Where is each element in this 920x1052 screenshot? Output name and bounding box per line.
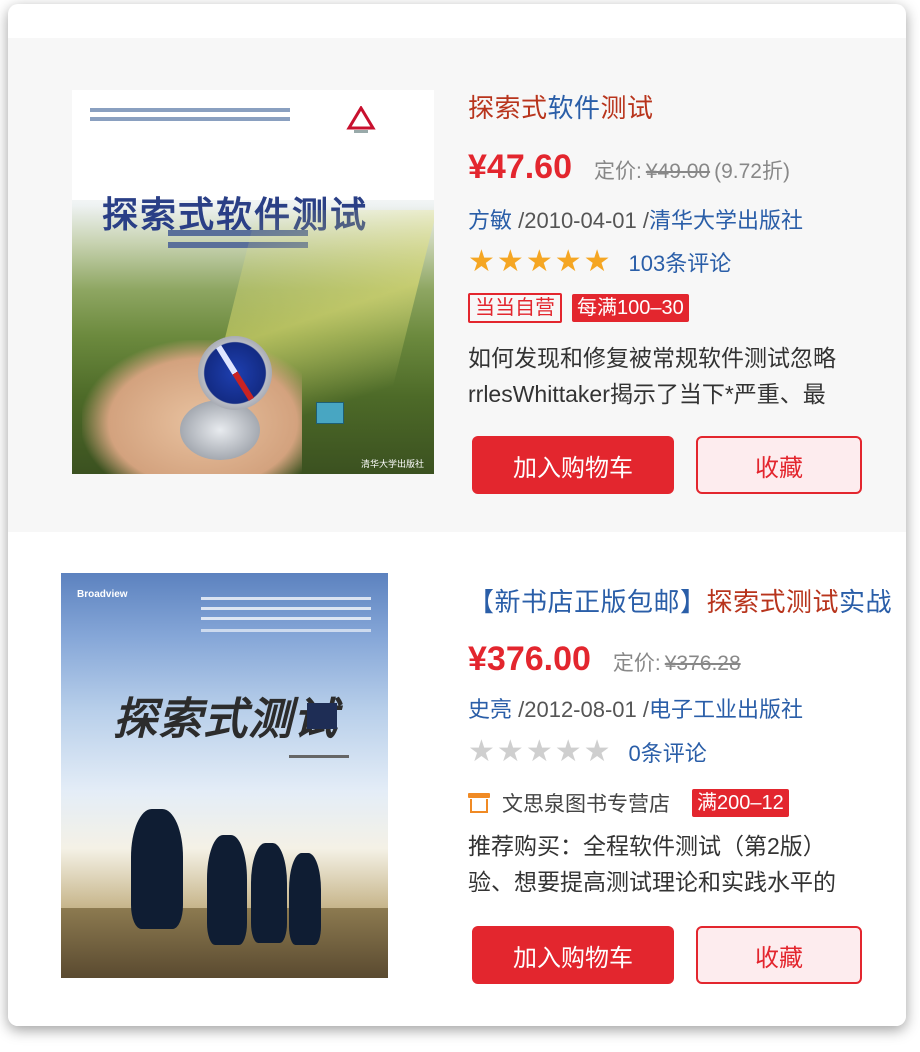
title-part: 【新书店正版包邮】	[468, 587, 707, 617]
list-price: ¥376.28	[664, 652, 741, 675]
book-cover[interactable]: Broadview 探索式测试	[61, 573, 388, 978]
shop-name: 文思泉图书专营店	[502, 793, 670, 816]
shop-link[interactable]: 文思泉图书专营店	[468, 788, 682, 818]
cover-title: 探索式测试	[113, 694, 338, 745]
star-icon: ★	[468, 245, 495, 278]
book-meta: 方敏 /2010-04-01 /清华大学出版社	[468, 203, 803, 235]
star-icon: ★	[496, 245, 524, 278]
add-to-cart-button[interactable]: 加入购物车	[472, 926, 674, 984]
cover-badge	[307, 703, 337, 729]
star-icon: ★	[525, 735, 553, 768]
cover-publisher: 清华大学出版社	[360, 459, 424, 469]
promo-badge: 每满100–30	[572, 294, 689, 322]
cover-brand: Broadview	[77, 589, 128, 600]
hiker-figure	[131, 809, 183, 929]
product-card: 探索式软件测试 清华大学出版社 探索式软件测试 ¥47.60 定价: ¥49.0…	[8, 38, 906, 532]
promo-tags: 当当自营 每满100–30	[468, 293, 689, 323]
hiker-figure	[289, 853, 321, 945]
hiker-figure	[207, 835, 247, 945]
add-to-cart-button[interactable]: 加入购物车	[472, 436, 674, 494]
author-link[interactable]: 史亮	[468, 697, 512, 722]
shop-row: 文思泉图书专营店 满200–12	[468, 788, 789, 818]
favorite-button[interactable]: 收藏	[696, 926, 862, 984]
price-row: ¥376.00 定价: ¥376.28	[468, 640, 741, 679]
compass-lid	[180, 400, 260, 460]
title-part: 测试	[600, 93, 654, 123]
publish-date: /2012-08-01 /	[512, 697, 649, 722]
price: ¥376.00	[468, 640, 591, 678]
list-price-label: 定价:	[612, 652, 661, 675]
self-operated-badge: 当当自营	[468, 293, 562, 323]
shop-icon	[468, 793, 490, 813]
favorite-button[interactable]: 收藏	[696, 436, 862, 494]
cover-authors	[289, 755, 349, 758]
description-line: 推荐购买：全程软件测试（第2版）	[468, 833, 826, 859]
cover-badge	[316, 402, 344, 424]
price-row: ¥47.60 定价: ¥49.00 (9.72折)	[468, 148, 790, 187]
list-price-label: 定价:	[594, 160, 642, 183]
cover-header	[72, 90, 434, 200]
price: ¥47.60	[468, 148, 572, 186]
cover-blurb	[90, 108, 290, 112]
star-icon: ★	[554, 245, 582, 278]
list-price: ¥49.00	[645, 160, 711, 183]
title-part: 软件	[547, 93, 601, 123]
author-link[interactable]: 方敏	[468, 208, 512, 233]
book-cover[interactable]: 探索式软件测试 清华大学出版社	[72, 90, 434, 474]
publisher-link[interactable]: 清华大学出版社	[649, 208, 803, 233]
description-line: 验、想要提高测试理论和实践水平的	[468, 869, 836, 895]
star-rating: ★ ★ ★ ★ ★	[468, 247, 611, 277]
reviews-link[interactable]: 103条评论	[629, 246, 732, 278]
cover-quote	[201, 597, 371, 600]
title-part: 探索式	[468, 93, 548, 123]
star-rating: ★ ★ ★ ★ ★	[468, 737, 611, 767]
product-list: 探索式软件测试 清华大学出版社 探索式软件测试 ¥47.60 定价: ¥49.0…	[8, 4, 906, 1026]
star-icon: ★	[525, 245, 553, 278]
reviews-link[interactable]: 0条评论	[629, 736, 707, 768]
star-icon: ★	[554, 735, 582, 768]
star-icon: ★	[468, 735, 495, 768]
product-title[interactable]: 【新书店正版包邮】探索式测试实战	[468, 582, 892, 619]
promo-badge: 满200–12	[692, 789, 789, 817]
hiker-figure	[251, 843, 287, 943]
star-icon: ★	[496, 735, 524, 768]
product-description: 如何发现和修复被常规软件测试忽略 rrlesWhittaker揭示了当下*严重、…	[468, 340, 906, 412]
rating: ★ ★ ★ ★ ★ 103条评论	[468, 246, 731, 278]
star-icon: ★	[583, 245, 611, 278]
description-line: 如何发现和修复被常规软件测试忽略	[468, 345, 836, 371]
product-card: Broadview 探索式测试 【新书店正版包邮】探索式测试实战 ¥376.00…	[8, 532, 906, 1026]
rating: ★ ★ ★ ★ ★ 0条评论	[468, 736, 707, 768]
product-description: 推荐购买：全程软件测试（第2版） 验、想要提高测试理论和实践水平的	[468, 828, 906, 900]
publisher-logo-icon	[346, 106, 376, 133]
product-title[interactable]: 探索式软件测试	[468, 88, 654, 125]
publish-date: /2010-04-01 /	[512, 208, 649, 233]
book-meta: 史亮 /2012-08-01 /电子工业出版社	[468, 692, 803, 724]
star-icon: ★	[583, 735, 611, 768]
publisher-link[interactable]: 电子工业出版社	[649, 697, 803, 722]
title-part: 实战	[839, 587, 893, 617]
title-part: 探索式测试	[706, 587, 840, 617]
discount: (9.72折)	[714, 160, 790, 183]
description-line: rrlesWhittaker揭示了当下*严重、最	[468, 381, 826, 407]
